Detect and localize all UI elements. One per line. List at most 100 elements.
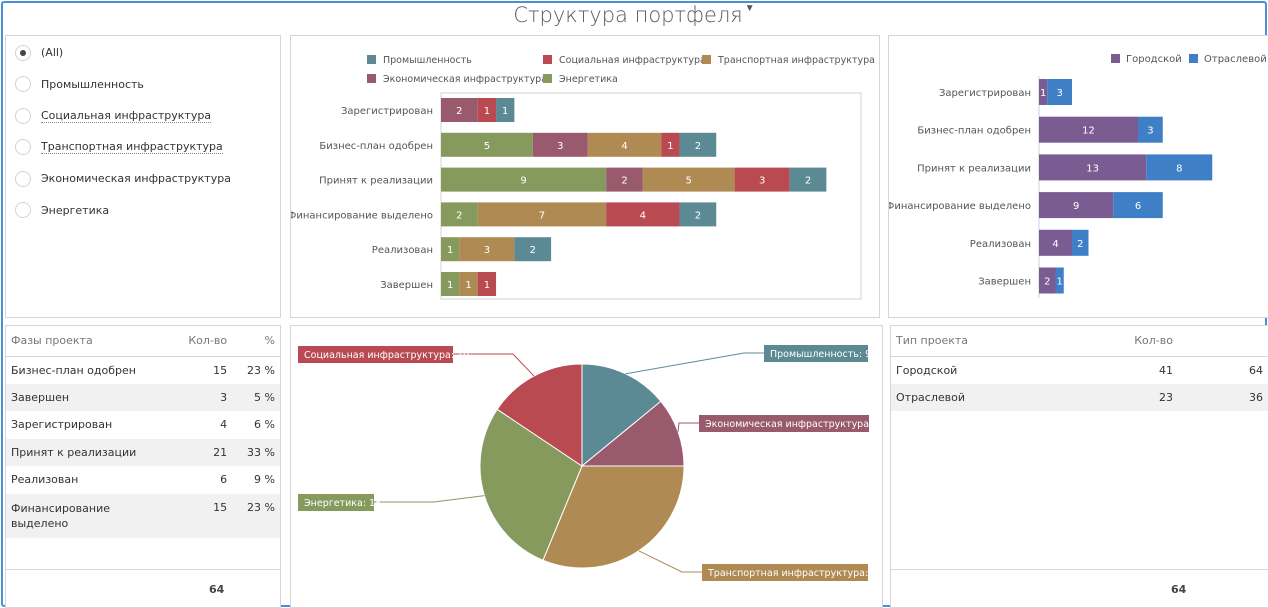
- data-label: 3: [1147, 126, 1153, 137]
- filter-icon[interactable]: ▼: [745, 3, 755, 14]
- phase-header[interactable]: Фазы проекта: [6, 326, 170, 357]
- category-label: Зарегистрирован: [939, 88, 1031, 99]
- legend-swatch: [702, 55, 711, 64]
- table-row[interactable]: Зарегистрирован 4 6 %: [6, 411, 280, 439]
- data-label: 12: [1082, 126, 1095, 137]
- table-row[interactable]: Бизнес-план одобрен 15 23 %: [6, 356, 280, 384]
- callout-line: [638, 550, 702, 573]
- type-count-cell: 41: [1159, 363, 1173, 377]
- filter-option-label: Промышленность: [41, 77, 144, 91]
- data-label: 2: [805, 176, 811, 187]
- table-row[interactable]: Реализован 6 9 %: [6, 466, 280, 494]
- data-label: 2: [530, 245, 536, 256]
- category-label: Бизнес-план одобрен: [917, 126, 1031, 137]
- radio-button[interactable]: [15, 170, 31, 187]
- type-table: Тип проекта Кол-во Городской 41 64 Отраслев…: [891, 326, 1268, 411]
- data-label: 3: [557, 141, 563, 152]
- phase-cell: Завершен: [6, 383, 170, 411]
- count-cell: 15: [213, 363, 228, 377]
- table-row[interactable]: Городской 41 64: [891, 356, 1268, 384]
- legend-label[interactable]: Экономическая инфраструктура: [383, 74, 547, 85]
- data-label: 1: [447, 280, 453, 291]
- type-cell: Городской: [896, 363, 958, 377]
- percent-cell: 33 %: [232, 438, 280, 466]
- category-label: Финансирование выделено: [889, 201, 1031, 212]
- legend-label[interactable]: Промышленность: [383, 55, 472, 66]
- data-label: 9: [520, 176, 526, 187]
- data-label: 13: [1086, 163, 1099, 174]
- data-label: 9: [1073, 201, 1079, 212]
- slice-tag-label: Промышленность: 9: [770, 349, 871, 360]
- radio-button[interactable]: [15, 44, 31, 61]
- category-label: Принят к реализации: [917, 163, 1031, 174]
- industry-pie-panel: Промышленность: 9 Экономическая инфрастру…: [290, 325, 883, 608]
- data-label: 1: [667, 141, 673, 152]
- count-cell: 4: [220, 418, 228, 432]
- table-row[interactable]: Отраслевой 23 36: [891, 383, 1268, 411]
- legend-label[interactable]: Социальная инфраструктура: [559, 55, 706, 66]
- data-label: 3: [1056, 88, 1062, 99]
- legend-label[interactable]: Городской: [1126, 54, 1182, 65]
- page-title: Структура портфеля ▼: [0, 3, 1268, 27]
- legend-swatch: [367, 55, 376, 64]
- radio-button[interactable]: [15, 139, 31, 156]
- data-label: 1: [447, 245, 453, 256]
- phase-table-panel: Фазы проекта Кол-во % Бизнес-план одобре…: [5, 325, 281, 608]
- percent-header[interactable]: %: [232, 326, 280, 357]
- type-table-panel: Тип проекта Кол-во Городской 41 64 Отраслев…: [890, 325, 1268, 608]
- data-label: 3: [484, 245, 490, 256]
- legend-label[interactable]: Отраслевой: [1204, 54, 1267, 65]
- filter-option[interactable]: Промышленность: [6, 69, 280, 101]
- industry-pie-chart: Промышленность: 9 Экономическая инфрастру…: [298, 345, 882, 581]
- type-total-count: 64: [1171, 583, 1187, 596]
- data-label: 3: [759, 176, 765, 187]
- count-header[interactable]: Кол-во: [169, 326, 233, 357]
- radio-button[interactable]: [15, 202, 31, 219]
- data-label: 5: [686, 176, 692, 187]
- industry-filter-panel: (All) Промышленность Социальная инфраструк…: [5, 35, 281, 318]
- radio-button[interactable]: [15, 76, 31, 93]
- filter-option-label: Экономическая инфраструктура: [41, 172, 231, 186]
- data-label: 5: [484, 141, 490, 152]
- category-label: Финансирование выделено: [291, 210, 433, 221]
- table-row[interactable]: Завершен 3 5 %: [6, 383, 280, 411]
- type-count-header[interactable]: Кол-во: [1098, 326, 1178, 357]
- filter-option[interactable]: Экономическая инфраструктура: [6, 163, 280, 195]
- type-cell: Отраслевой: [891, 383, 1098, 411]
- percent-cell: 9 %: [254, 473, 275, 487]
- legend-label[interactable]: Транспортная инфраструктура: [717, 55, 875, 66]
- type-header[interactable]: Тип проекта: [891, 326, 1098, 357]
- filter-option[interactable]: Транспортная инфраструктура: [6, 132, 280, 164]
- type-table-body: Городской 41 64 Отраслевой 23 36: [891, 356, 1268, 411]
- percent-cell: 6 %: [254, 418, 275, 432]
- legend-swatch: [543, 74, 552, 83]
- filter-option[interactable]: Социальная инфраструктура: [6, 100, 280, 132]
- filter-option-label: (All): [41, 46, 64, 60]
- data-label: 1: [502, 106, 508, 117]
- percent-cell: 23 %: [232, 493, 280, 538]
- filter-option[interactable]: (All): [6, 37, 280, 69]
- legend-label[interactable]: Энергетика: [559, 74, 618, 85]
- count-cell: 6: [220, 473, 228, 487]
- phase-by-type-chart-panel: Городской Отраслевой Зарегистрирован 1 3 Бизн…: [888, 35, 1268, 318]
- legend-swatch: [1111, 54, 1120, 63]
- category-label: Бизнес-план одобрен: [319, 141, 433, 152]
- phase-by-industry-chart-panel: Промышленность Социальная инфраструктура Т…: [290, 35, 880, 318]
- radio-button[interactable]: [15, 107, 31, 124]
- plot-area: [440, 92, 862, 300]
- slice-tag-label: Экономическая инфраструктура: 7: [705, 419, 881, 430]
- page-title-text: Структура портфеля: [513, 3, 743, 27]
- percent-cell: 5 %: [232, 383, 280, 411]
- category-label: Завершен: [380, 280, 433, 291]
- table-row[interactable]: Принят к реализации 21 33 %: [6, 438, 280, 466]
- data-label: 7: [539, 210, 545, 221]
- data-label: 2: [456, 106, 462, 117]
- phase-by-type-chart: Городской Отраслевой Зарегистрирован 1 3 Бизн…: [889, 54, 1267, 298]
- type-percent-cell: 64: [1249, 363, 1263, 377]
- filter-option[interactable]: Энергетика: [6, 195, 280, 227]
- table-row[interactable]: Финансирование выделено 15 23 %: [6, 493, 280, 538]
- industry-radio-list: (All) Промышленность Социальная инфраструк…: [6, 36, 280, 226]
- data-label: 1: [484, 280, 490, 291]
- phase-cell: Принят к реализации: [6, 438, 170, 466]
- phase-cell: Зарегистрирован: [11, 418, 113, 432]
